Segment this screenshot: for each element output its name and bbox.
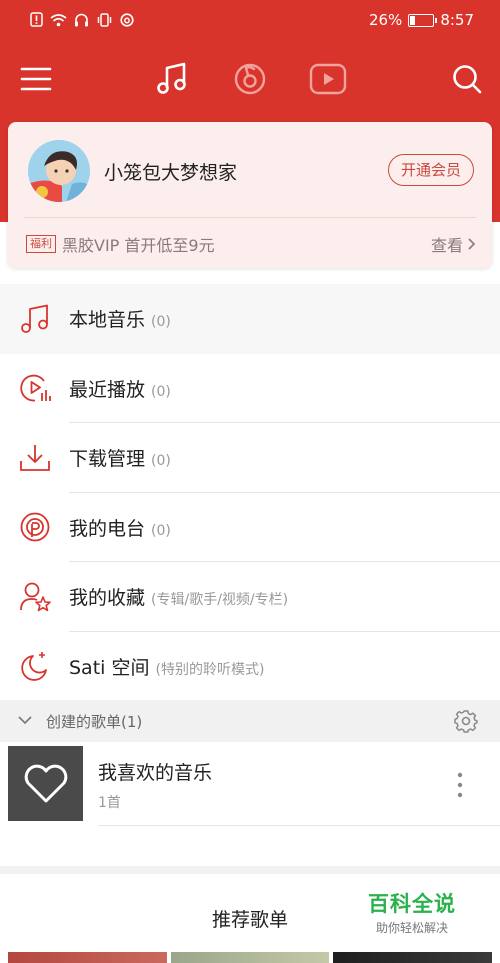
playlist-name: 我喜欢的音乐 bbox=[98, 762, 213, 784]
recommended-thumbnail[interactable] bbox=[333, 952, 492, 963]
playlist-cover bbox=[8, 746, 83, 821]
tab-my-music[interactable] bbox=[151, 58, 193, 100]
watermark: 百科全说 助你轻松解决 bbox=[368, 888, 456, 936]
music-note-icon bbox=[21, 304, 48, 333]
vip-promo[interactable]: 福利 黑胶VIP 首开低至9元 bbox=[26, 232, 215, 256]
tab-video[interactable] bbox=[307, 58, 349, 100]
menu-label: 我的收藏 (专辑/歌手/视频/专栏) bbox=[69, 587, 289, 610]
recent-play-icon bbox=[20, 374, 51, 402]
recommended-thumbnail[interactable] bbox=[8, 952, 167, 963]
netease-icon bbox=[234, 63, 266, 95]
heart-icon bbox=[24, 764, 67, 802]
clock: 8:57 bbox=[440, 11, 474, 29]
menu-label: 本地音乐 (0) bbox=[69, 309, 171, 332]
search-button[interactable] bbox=[446, 58, 488, 100]
menu-count: (0) bbox=[151, 453, 171, 470]
status-icons-right: 26% 8:57 bbox=[369, 11, 474, 29]
status-bar: 26% 8:57 bbox=[0, 0, 500, 40]
vibrate-icon bbox=[97, 12, 112, 27]
avatar-image bbox=[28, 140, 90, 202]
more-vertical-icon[interactable] bbox=[450, 770, 470, 800]
promo-link-label: 查看 bbox=[430, 236, 463, 255]
menu-icon bbox=[20, 67, 52, 91]
menu-count: (0) bbox=[151, 522, 171, 539]
moon-icon bbox=[21, 652, 47, 682]
download-icon bbox=[20, 444, 50, 471]
username[interactable]: 小笼包大梦想家 bbox=[104, 158, 237, 185]
notification-alert-icon bbox=[30, 12, 43, 27]
video-play-icon bbox=[309, 63, 347, 95]
battery-fill bbox=[410, 15, 416, 25]
menu-item-local-music[interactable]: 本地音乐 (0) bbox=[0, 284, 500, 354]
menu-count: (0) bbox=[151, 314, 171, 331]
menu-item-radio[interactable]: 我的电台 (0) bbox=[0, 493, 500, 562]
card-divider bbox=[24, 217, 476, 218]
chevron-down-icon bbox=[18, 716, 32, 725]
menu-label: 我的电台 (0) bbox=[69, 517, 171, 540]
profile-card: 小笼包大梦想家 开通会员 福利 黑胶VIP 首开低至9元 查看 bbox=[8, 122, 492, 268]
drawer-menu-button[interactable] bbox=[15, 58, 57, 100]
watermark-main: 百科全说 bbox=[368, 892, 456, 916]
menu-item-recent-play[interactable]: 最近播放 (0) bbox=[0, 354, 500, 423]
status-icons-left bbox=[30, 12, 134, 27]
playlist-count: 1首 bbox=[98, 795, 121, 811]
chevron-right-icon bbox=[468, 238, 476, 250]
menu-count: (0) bbox=[151, 383, 171, 400]
promo-tag: 福利 bbox=[26, 235, 56, 253]
created-playlists-header[interactable]: 创建的歌单(1) bbox=[0, 700, 500, 742]
headphone-icon bbox=[75, 13, 88, 26]
search-icon bbox=[453, 65, 482, 94]
promo-text: 黑胶VIP 首开低至9元 bbox=[62, 236, 215, 255]
my-music-menu: 本地音乐 (0) 最近播放 (0) 下载管理 (0) 我的电台 (0) 我的收藏 (专辑/… bbox=[0, 284, 500, 701]
watermark-sub: 助你轻松解决 bbox=[375, 921, 448, 935]
wifi-icon bbox=[50, 13, 67, 26]
music-note-icon bbox=[157, 62, 186, 94]
menu-item-sati[interactable]: Sati 空间 (特别的聆听模式) bbox=[0, 632, 500, 702]
avatar[interactable] bbox=[28, 140, 90, 202]
gear-icon[interactable] bbox=[454, 709, 478, 733]
menu-item-download[interactable]: 下载管理 (0) bbox=[0, 423, 500, 493]
netease-status-icon bbox=[120, 12, 134, 27]
menu-label: Sati 空间 (特别的聆听模式) bbox=[69, 656, 265, 679]
divider bbox=[98, 825, 500, 826]
menu-item-favorites[interactable]: 我的收藏 (专辑/歌手/视频/专栏) bbox=[0, 562, 500, 632]
menu-label: 下载管理 (0) bbox=[69, 448, 171, 471]
favorite-icon bbox=[20, 582, 51, 612]
recommended-thumbnail[interactable] bbox=[171, 952, 329, 963]
battery-percent: 26% bbox=[368, 11, 403, 29]
menu-label: 最近播放 (0) bbox=[69, 378, 171, 401]
section-gap bbox=[0, 866, 500, 874]
promo-view-link[interactable]: 查看 bbox=[431, 232, 476, 256]
battery-icon bbox=[408, 13, 438, 27]
tab-discover[interactable] bbox=[229, 58, 271, 100]
top-navigation bbox=[0, 48, 500, 108]
menu-count: (专辑/歌手/视频/专栏) bbox=[151, 592, 289, 609]
playlist-item-liked[interactable]: 我喜欢的音乐 1首 bbox=[0, 742, 500, 826]
radio-icon bbox=[20, 512, 50, 542]
menu-count: (特别的聆听模式) bbox=[155, 661, 265, 678]
open-vip-button[interactable]: 开通会员 bbox=[387, 154, 474, 186]
section-title: 创建的歌单(1) bbox=[46, 713, 143, 731]
recommended-thumbnails bbox=[0, 952, 500, 963]
